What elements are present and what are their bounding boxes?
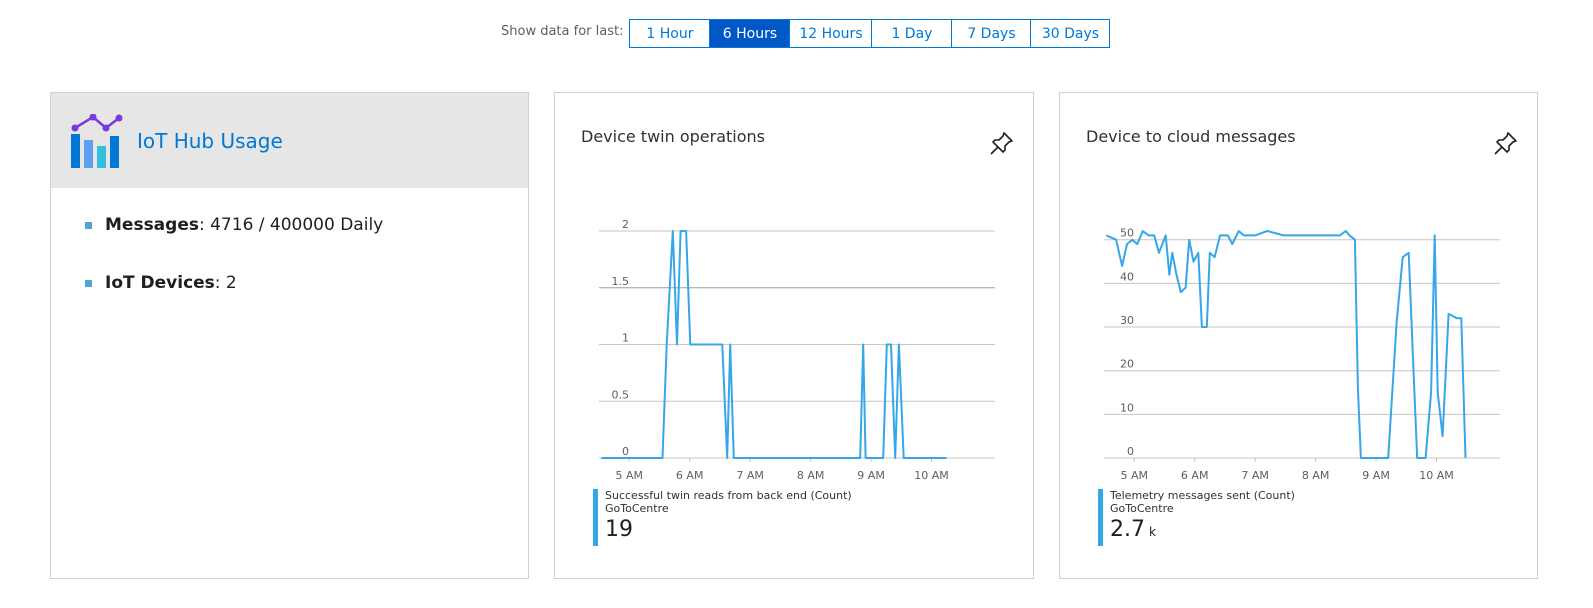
- chart-title: Device to cloud messages: [1086, 127, 1296, 146]
- y-tick-label: 0: [1127, 445, 1134, 458]
- y-tick-label: 0.5: [612, 388, 630, 401]
- x-tick-label: 7 AM: [1241, 469, 1269, 482]
- chart-legend: Successful twin reads from back end (Cou…: [593, 489, 852, 546]
- range-option-6-hours[interactable]: 6 Hours: [709, 20, 790, 47]
- y-tick-label: 0: [622, 445, 629, 458]
- legend-metric-name: Telemetry messages sent (Count): [1110, 489, 1295, 502]
- iot-hub-usage-tile: IoT Hub Usage Messages : 4716 / 400000 D…: [50, 92, 529, 579]
- x-tick-label: 6 AM: [1181, 469, 1209, 482]
- range-option-12-hours[interactable]: 12 Hours: [789, 20, 872, 47]
- legend-metric-name: Successful twin reads from back end (Cou…: [605, 489, 852, 502]
- usage-key: Messages: [105, 215, 199, 235]
- chart-icon: [71, 113, 123, 168]
- usage-key: IoT Devices: [105, 273, 215, 293]
- legend-color-bar: [1098, 489, 1103, 546]
- range-option-1-day[interactable]: 1 Day: [871, 20, 952, 47]
- y-tick-label: 1.5: [612, 275, 630, 288]
- range-option-1-hour[interactable]: 1 Hour: [630, 20, 710, 47]
- legend-value: 19: [605, 517, 852, 542]
- usage-title[interactable]: IoT Hub Usage: [137, 129, 283, 153]
- x-tick-label: 8 AM: [1302, 469, 1330, 482]
- range-option-30-days[interactable]: 30 Days: [1030, 20, 1110, 47]
- x-tick-label: 9 AM: [1362, 469, 1390, 482]
- bullet-icon: [85, 279, 92, 287]
- x-tick-label: 5 AM: [1120, 469, 1148, 482]
- pin-icon[interactable]: [1493, 130, 1519, 156]
- x-tick-label: 8 AM: [797, 469, 825, 482]
- legend-color-bar: [593, 489, 598, 546]
- x-tick-label: 9 AM: [857, 469, 885, 482]
- x-tick-label: 6 AM: [676, 469, 704, 482]
- usage-list: Messages : 4716 / 400000 Daily IoT Devic…: [51, 188, 528, 296]
- legend-source: GoToCentre: [1110, 502, 1174, 515]
- range-option-7-days[interactable]: 7 Days: [951, 20, 1031, 47]
- legend-source: GoToCentre: [605, 502, 669, 515]
- legend-unit: k: [1149, 525, 1156, 539]
- x-tick-label: 7 AM: [736, 469, 764, 482]
- bullet-icon: [85, 221, 92, 229]
- y-tick-label: 40: [1120, 270, 1134, 283]
- y-tick-label: 30: [1120, 314, 1134, 327]
- time-range-selector: Show data for last: 1 Hour 6 Hours 12 Hour…: [501, 19, 1111, 48]
- range-label: Show data for last:: [501, 24, 624, 39]
- legend-total: 19: [605, 517, 633, 542]
- range-button-group: 1 Hour 6 Hours 12 Hours 1 Day 7 Days 30 Days: [629, 19, 1111, 48]
- series-line: [1105, 230, 1467, 459]
- x-tick-label: 5 AM: [615, 469, 643, 482]
- x-tick-label: 10 AM: [914, 469, 949, 482]
- usage-item-devices: IoT Devices : 2: [85, 270, 528, 296]
- legend-value: 2.7 k: [1110, 517, 1295, 542]
- pin-icon[interactable]: [989, 130, 1015, 156]
- y-tick-label: 10: [1120, 401, 1134, 414]
- usage-value: : 2: [214, 273, 237, 293]
- usage-value: : 4716 / 400000 Daily: [198, 215, 384, 235]
- legend-total: 2.7: [1110, 517, 1145, 542]
- device-to-cloud-messages-tile[interactable]: 0 10 20 30 40 50 5 AM 6 AM 7 AM 8 AM 9 AM 10 AM Dev…: [1059, 92, 1538, 579]
- usage-item-messages: Messages : 4716 / 400000 Daily: [85, 212, 528, 238]
- usage-header: IoT Hub Usage: [51, 93, 528, 188]
- device-twin-operations-tile[interactable]: 0 0.5 1 1.5 2 5 AM 6 AM 7 AM 8 AM 9 AM 10 AM Devic…: [554, 92, 1034, 579]
- chart-legend: Telemetry messages sent (Count) GoToCent…: [1098, 489, 1295, 546]
- y-tick-label: 1: [622, 332, 629, 345]
- y-tick-label: 20: [1120, 358, 1134, 371]
- y-tick-label: 2: [622, 218, 629, 231]
- chart-title: Device twin operations: [581, 127, 765, 146]
- y-tick-label: 50: [1120, 227, 1134, 240]
- x-tick-label: 10 AM: [1419, 469, 1454, 482]
